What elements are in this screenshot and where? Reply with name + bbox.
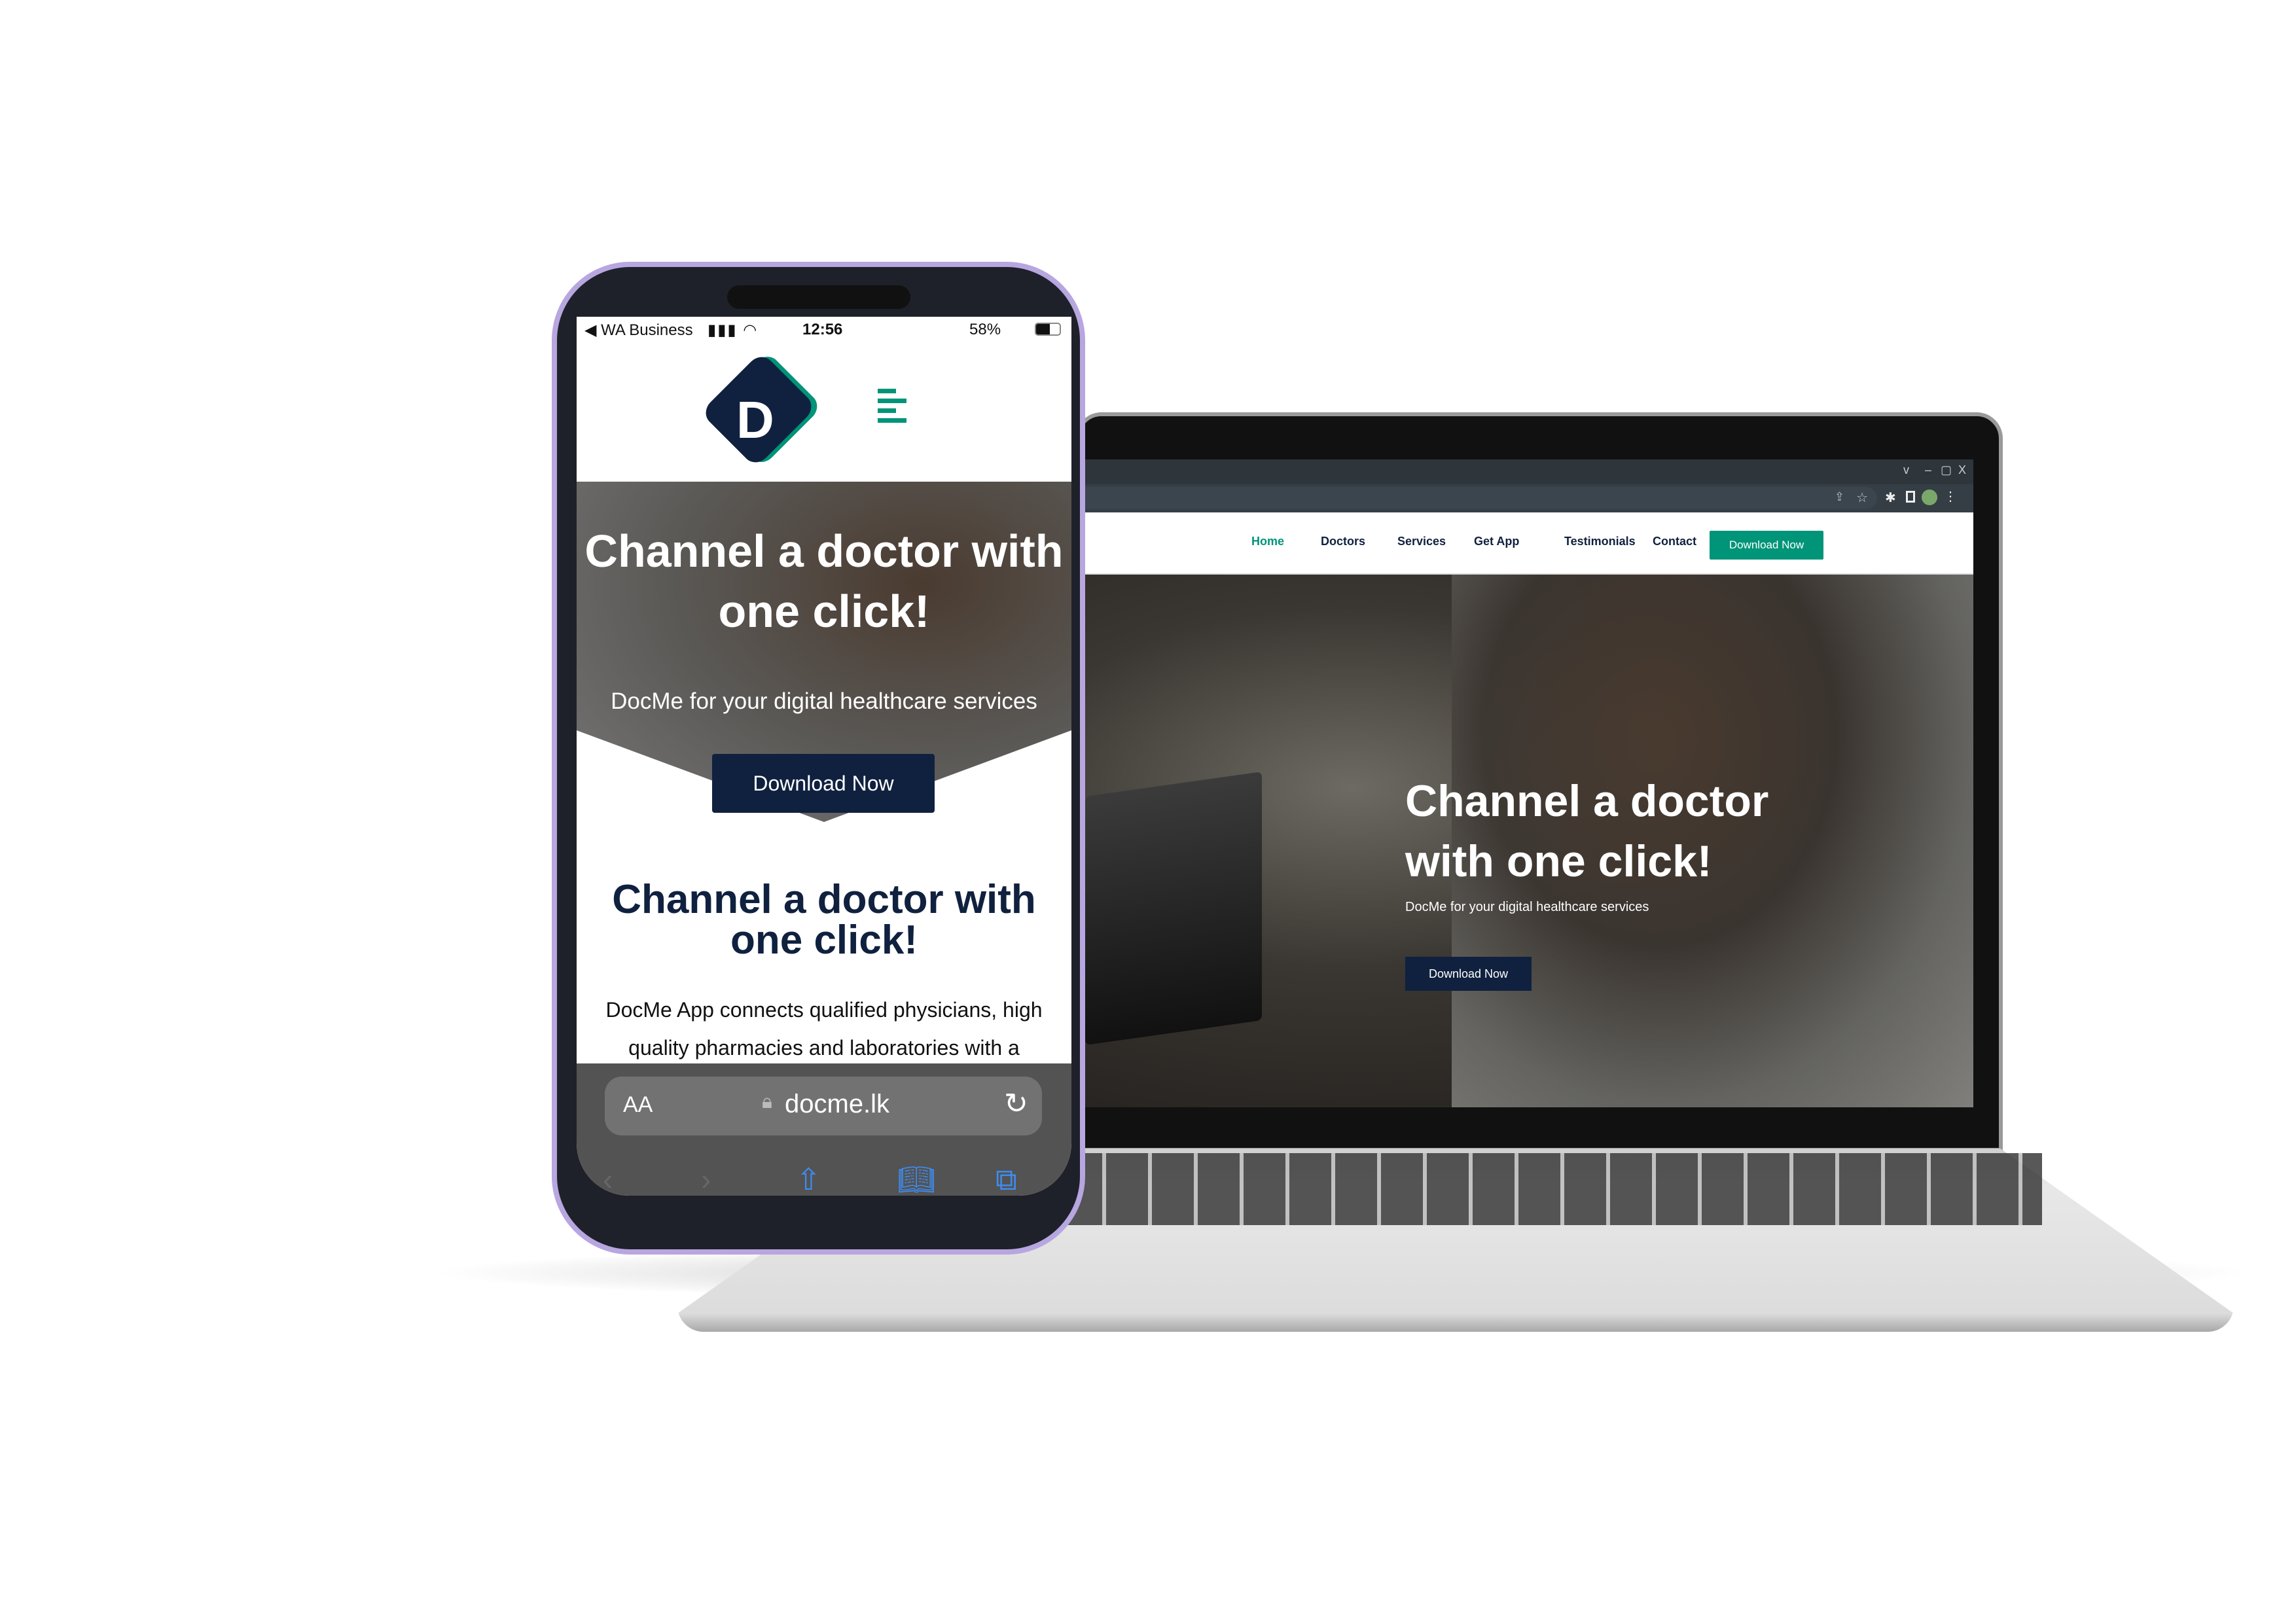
phone-download-button[interactable]: Download Now (712, 754, 935, 813)
nav-download-button[interactable]: Download Now (1710, 531, 1823, 560)
bookmarks-icon[interactable]: 📖︎ (897, 1162, 935, 1196)
tab-search-icon[interactable]: v (1903, 463, 1909, 477)
minimize-button[interactable]: – (1925, 463, 1931, 477)
phone-screen: ◀ WA Business ▮▮▮ ◠ 12:56 58% D Channel … (577, 317, 1071, 1196)
browser-titlebar: v – ▢ X (1085, 459, 1973, 484)
nav-doctors[interactable]: Doctors (1321, 535, 1365, 548)
status-bar: ◀ WA Business ▮▮▮ ◠ 12:56 58% (577, 317, 1071, 343)
nav-home[interactable]: Home (1251, 535, 1284, 548)
laptop-screen: v – ▢ X ⇪ ☆ ✱ ⋮ Home Doctors Services Ge… (1085, 459, 1973, 1107)
close-button[interactable]: X (1958, 463, 1966, 477)
phone-notch (727, 285, 910, 309)
hero-title: Channel a doctor with one click! (1405, 776, 1769, 886)
phone-hero-title: Channel a doctor with one click! (584, 526, 1064, 637)
extensions-icon[interactable]: ✱ (1885, 490, 1896, 506)
share-icon[interactable]: ⇧ (796, 1162, 821, 1196)
lock-icon: 🔒︎ (762, 1091, 772, 1113)
site-nav: Home Doctors Services Get App Testimonia… (1085, 512, 1973, 575)
phone-hero-subtitle: DocMe for your digital healthcare servic… (611, 688, 1037, 714)
hero-image-laptop (1085, 772, 1262, 1045)
text-size-button[interactable]: AA (623, 1092, 653, 1118)
status-battery: 58% (969, 321, 1001, 338)
maximize-button[interactable]: ▢ (1941, 463, 1952, 477)
battery-icon (1035, 323, 1061, 336)
reload-icon[interactable]: ↻ (1004, 1087, 1028, 1120)
status-time: 12:56 (802, 321, 843, 338)
logo-d-icon: D (736, 391, 774, 449)
url-text[interactable]: docme.lk (785, 1090, 889, 1119)
share-icon[interactable]: ⇪ (1835, 490, 1844, 504)
nav-get-app[interactable]: Get App (1474, 535, 1519, 548)
star-icon[interactable]: ☆ (1856, 490, 1868, 506)
safari-url-bar[interactable]: AA 🔒︎ docme.lk ↻ (605, 1077, 1042, 1135)
hero-download-button[interactable]: Download Now (1405, 957, 1532, 991)
forward-icon[interactable]: › (701, 1162, 711, 1196)
nav-services[interactable]: Services (1397, 535, 1446, 548)
site-header: D (577, 343, 1071, 482)
status-carrier: ◀ WA Business (584, 321, 693, 339)
tabs-icon[interactable]: ⧉ (996, 1162, 1017, 1196)
address-bar[interactable]: ⇪ ☆ (1085, 487, 1877, 509)
hero-section: Channel a doctor with one click! DocMe fo… (1085, 575, 1973, 1107)
safari-toolbar: AA 🔒︎ docme.lk ↻ ‹ › ⇧ 📖︎ ⧉ (577, 1063, 1071, 1196)
back-icon[interactable]: ‹ (603, 1162, 613, 1196)
laptop-keyboard (1060, 1153, 2042, 1225)
nav-testimonials[interactable]: Testimonials (1564, 535, 1636, 548)
hero-subtitle: DocMe for your digital healthcare servic… (1405, 900, 1649, 914)
section-text: DocMe App connects qualified physicians,… (605, 998, 1043, 1060)
browser-toolbar: ⇪ ☆ ✱ ⋮ (1085, 484, 1973, 512)
section-title: Channel a doctor with one click! (612, 877, 1036, 963)
phone: ◀ WA Business ▮▮▮ ◠ 12:56 58% D Channel … (552, 262, 1085, 1255)
profile-avatar[interactable] (1922, 490, 1937, 505)
sidepanel-icon[interactable] (1906, 491, 1915, 503)
menu-icon[interactable]: ⋮ (1944, 488, 1957, 505)
nav-contact[interactable]: Contact (1653, 535, 1696, 548)
hamburger-menu-icon[interactable] (878, 389, 906, 423)
signal-icon: ▮▮▮ ◠ (708, 321, 759, 339)
